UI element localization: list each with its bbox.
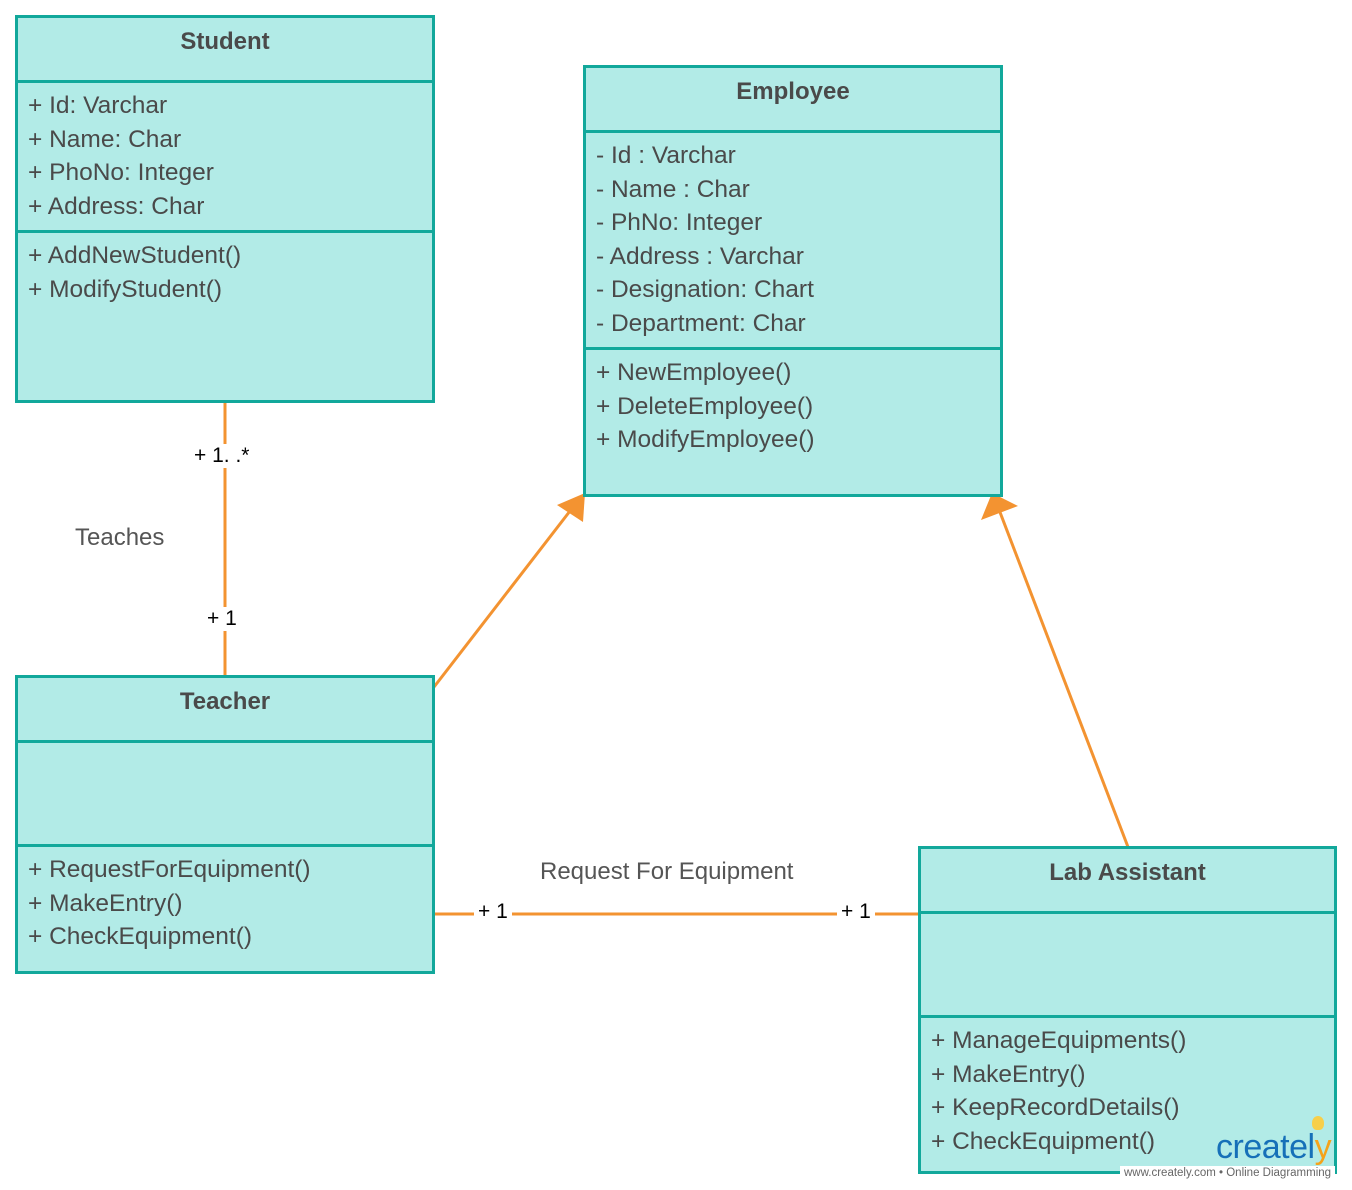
attribute-line: - Address : Varchar xyxy=(596,242,804,270)
methods-section: + RequestForEquipment() + MakeEntry() + Ch… xyxy=(18,847,432,954)
class-teacher[interactable]: Teacher + RequestForEquipment() + MakeEnt… xyxy=(15,675,435,974)
class-employee[interactable]: Employee - Id : Varchar - Name : Char - Ph… xyxy=(583,65,1003,497)
methods-section: + NewEmployee() + DeleteEmployee() + Modif… xyxy=(586,350,1000,457)
creately-logo: creately xyxy=(1216,1128,1332,1166)
method-line: + AddNewStudent() xyxy=(28,242,242,269)
method-line: + MakeEntry() xyxy=(931,1060,1086,1088)
creately-watermark: creately www.creately.com • Online Diagr… xyxy=(1120,1112,1352,1190)
method-line: + NewEmployee() xyxy=(596,359,792,386)
class-title: Teacher xyxy=(18,678,432,743)
attribute-line: - Designation: Chart xyxy=(596,276,814,304)
attribute-line: + Address: Char xyxy=(28,192,205,220)
lab-generalization-line[interactable] xyxy=(996,506,1130,848)
attributes-section: - Id : Varchar - Name : Char - PhNo: Integ… xyxy=(586,133,1000,350)
method-line: + CheckEquipment() xyxy=(28,923,253,951)
attribute-line: + Name: Char xyxy=(28,125,182,153)
class-title: Lab Assistant xyxy=(921,849,1334,914)
attributes-section xyxy=(18,743,432,847)
attribute-line: - Department: Char xyxy=(596,309,806,337)
teacher-multiplicity-request: + 1 xyxy=(474,900,512,924)
teaches-label: Teaches xyxy=(75,524,165,551)
attribute-line: + Id: Varchar xyxy=(28,92,168,119)
teacher-generalization-arrowhead xyxy=(557,493,585,522)
attribute-line: + PhoNo: Integer xyxy=(28,159,214,187)
class-student[interactable]: Student + Id: Varchar + Name: Char + PhoNo… xyxy=(15,15,435,403)
class-title: Employee xyxy=(586,68,1000,133)
attribute-line: - Name : Char xyxy=(596,175,750,203)
method-line: + ManageEquipments() xyxy=(931,1027,1187,1054)
methods-section: + AddNewStudent() + ModifyStudent() xyxy=(18,233,432,306)
teacher-multiplicity-teaches: + 1 xyxy=(203,607,241,631)
lab-generalization-arrowhead xyxy=(981,493,1018,520)
method-line: + ModifyStudent() xyxy=(28,275,223,303)
attribute-line: - Id : Varchar xyxy=(596,142,736,169)
watermark-tagline: www.creately.com • Online Diagramming xyxy=(1120,1166,1336,1180)
student-multiplicity: + 1. .* xyxy=(190,444,254,468)
attribute-line: - PhNo: Integer xyxy=(596,209,763,237)
attributes-section xyxy=(921,914,1334,1018)
request-equipment-label: Request For Equipment xyxy=(540,858,794,885)
method-line: + MakeEntry() xyxy=(28,889,183,917)
class-title: Student xyxy=(18,18,432,83)
lab-multiplicity-request: + 1 xyxy=(837,900,875,924)
method-line: + ModifyEmployee() xyxy=(596,426,815,454)
method-line: + RequestForEquipment() xyxy=(28,856,311,883)
teacher-generalization-line[interactable] xyxy=(432,510,572,688)
attributes-section: + Id: Varchar + Name: Char + PhoNo: Intege… xyxy=(18,83,432,233)
method-line: + DeleteEmployee() xyxy=(596,392,814,420)
